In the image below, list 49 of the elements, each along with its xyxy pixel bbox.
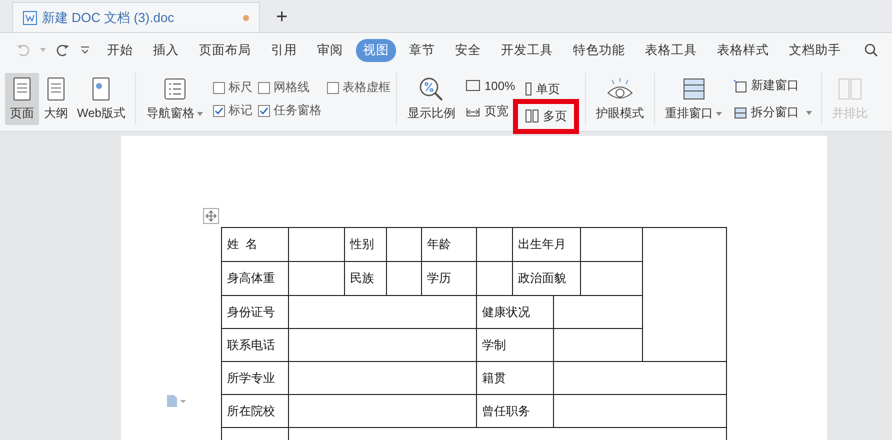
table-cell: 政治面貌 [512, 262, 580, 296]
tab-title: 新建 DOC 文档 (3).doc [42, 8, 176, 26]
new-window-button[interactable]: 新建窗口 [730, 75, 816, 96]
menu-tab[interactable]: 表格工具 [638, 38, 704, 62]
menu-tab[interactable]: 审阅 [310, 38, 350, 62]
table-cell: 学制 [476, 328, 554, 362]
page-width-button[interactable]: 页宽 [463, 100, 518, 122]
menu-tab[interactable]: 章节 [402, 38, 442, 62]
table-cell: 身份证号 [222, 296, 288, 328]
table-cell: 出生年月 [512, 228, 580, 262]
table-cell: 健康状况 [476, 296, 554, 328]
menu-tab[interactable]: 插入 [146, 38, 186, 62]
table-cell: 年龄 [422, 228, 476, 262]
table-cell: 性别 [344, 228, 386, 262]
table-cell: 学历 [422, 262, 476, 296]
table-cell: 所学专业 [222, 362, 288, 394]
menu-tab[interactable]: 安全 [448, 38, 488, 62]
table-cell: 曾任职务 [476, 394, 554, 428]
menu-tab[interactable]: 页面布局 [192, 38, 258, 62]
menu-tab[interactable]: 文档助手 [782, 38, 848, 62]
table-cell: 所在院校 [222, 394, 288, 428]
checkbox[interactable]: 标记 [213, 102, 252, 119]
checkbox[interactable]: 网格线 [258, 79, 322, 96]
menu-tab[interactable]: 引用 [264, 38, 304, 62]
page-view-button[interactable]: 多页 [522, 106, 570, 126]
view-mode-button[interactable]: 大纲 [39, 73, 73, 125]
view-mode-button[interactable]: 页面 [5, 73, 39, 125]
split-window-button[interactable]: 拆分窗口 [730, 102, 816, 123]
table-cell: 民族 [344, 262, 386, 296]
table-cell: 籍贯 [476, 362, 554, 394]
document-tab[interactable]: 新建 DOC 文档 (3).doc [12, 2, 260, 32]
page-view-button[interactable]: 单页 [522, 78, 564, 100]
menu-tab[interactable]: 特色功能 [566, 38, 632, 62]
menu-tab[interactable]: 表格样式 [710, 38, 776, 62]
menu-tab[interactable]: 开始 [100, 38, 140, 62]
checkbox[interactable]: 任务窗格 [258, 102, 322, 119]
checkbox[interactable]: 标尺 [213, 79, 252, 96]
table-cell: 身高体重 [222, 262, 288, 296]
checkbox[interactable]: 表格虚框 [327, 79, 390, 96]
actual-size-button[interactable]: 100% [463, 76, 518, 94]
navigation-pane-button[interactable]: 导航窗格 [142, 73, 208, 125]
menu-tab[interactable]: 开发工具 [494, 38, 560, 62]
new-tab-button[interactable]: + [272, 2, 292, 32]
rearrange-windows-button[interactable]: 重排窗口 [661, 73, 726, 125]
zoom-button[interactable]: 显示比例 [403, 73, 460, 125]
view-mode-button[interactable]: Web版式 [73, 73, 130, 125]
table-cell: 姓 名 [222, 228, 288, 262]
table-cell: 联系电话 [222, 328, 288, 362]
eye-mode-button[interactable]: 护眼模式 [592, 73, 648, 125]
